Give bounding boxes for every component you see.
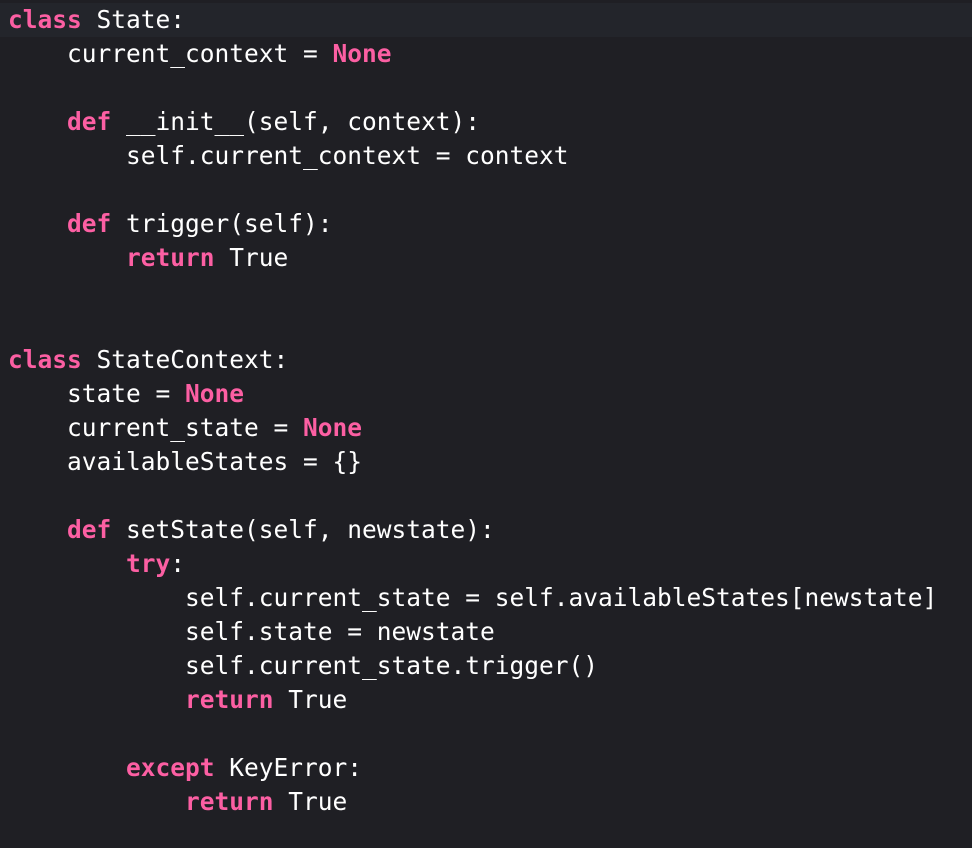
code-token: KeyError: (214, 753, 363, 782)
keyword-token: def (67, 107, 112, 136)
keyword-token: return (185, 787, 274, 816)
code-token: trigger(self): (111, 209, 333, 238)
code-token: state = (8, 379, 186, 408)
code-line[interactable]: def __init__(self, context): (8, 105, 937, 139)
code-token: StateContext: (81, 345, 289, 374)
code-line[interactable]: def setState(self, newstate): (8, 513, 937, 547)
keyword-token: class (8, 5, 82, 34)
code-token: True (273, 787, 348, 816)
code-line[interactable]: ​ (8, 71, 937, 105)
code-line[interactable]: ​ (8, 275, 937, 309)
code-line[interactable]: self.current_context = context (8, 139, 937, 173)
code-token: self.current_state = self.availableState… (8, 583, 938, 612)
keyword-token: try (126, 549, 171, 578)
keyword-token: return (126, 243, 215, 272)
code-token: self.current_state.trigger() (8, 651, 599, 680)
code-token: self.current_context = context (8, 141, 569, 170)
code-line[interactable]: self.current_state = self.availableState… (8, 581, 937, 615)
code-line[interactable]: state = None (8, 377, 937, 411)
code-token: setState(self, newstate): (111, 515, 495, 544)
code-line[interactable]: current_state = None (8, 411, 937, 445)
keyword-token: except (126, 753, 215, 782)
keyword-token: return (185, 685, 274, 714)
code-line[interactable]: class State: (8, 3, 937, 37)
keyword-token: def (67, 209, 112, 238)
code-token: current_state = (8, 413, 304, 442)
code-line[interactable]: ​ (8, 173, 937, 207)
keyword-token: None (185, 379, 245, 408)
keyword-token: None (332, 39, 392, 68)
code-line[interactable]: def trigger(self): (8, 207, 937, 241)
code-line[interactable]: return True (8, 683, 937, 717)
code-line[interactable]: return True (8, 785, 937, 819)
code-line[interactable]: try: (8, 547, 937, 581)
keyword-token: None (303, 413, 363, 442)
keyword-token: def (67, 515, 112, 544)
code-token: current_context = (8, 39, 333, 68)
code-line[interactable]: ​ (8, 717, 937, 751)
code-token: self.state = newstate (8, 617, 495, 646)
code-token: State: (81, 5, 186, 34)
code-content[interactable]: class State: current_context = None​ def… (8, 3, 937, 819)
code-line[interactable]: availableStates = {} (8, 445, 937, 479)
code-token: __init__(self, context): (111, 107, 481, 136)
code-line[interactable]: except KeyError: (8, 751, 937, 785)
code-line[interactable]: current_context = None (8, 37, 937, 71)
code-line[interactable]: ​ (8, 479, 937, 513)
code-token: availableStates = {} (8, 447, 363, 476)
code-line[interactable]: class StateContext: (8, 343, 937, 377)
code-line[interactable]: ​ (8, 309, 937, 343)
code-line[interactable]: self.current_state.trigger() (8, 649, 937, 683)
code-line[interactable]: self.state = newstate (8, 615, 937, 649)
code-token: True (214, 243, 289, 272)
code-token: True (273, 685, 348, 714)
keyword-token: class (8, 345, 82, 374)
code-line[interactable]: return True (8, 241, 937, 275)
code-editor[interactable]: class State: current_context = None​ def… (0, 0, 972, 848)
code-token: : (170, 549, 186, 578)
